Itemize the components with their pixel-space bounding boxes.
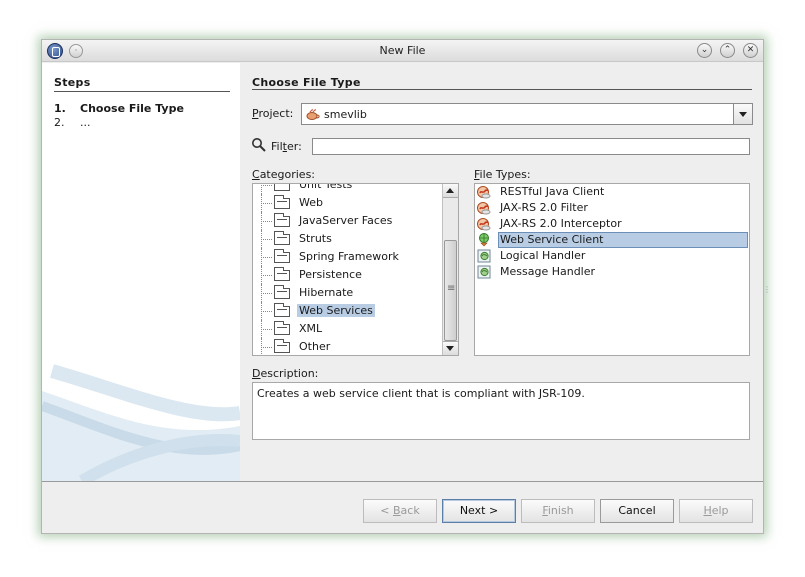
steps-pane: Steps 1. Choose File Type 2.... — [42, 63, 240, 481]
tree-item-xml[interactable]: XML — [253, 320, 443, 338]
chevron-down-icon[interactable] — [733, 104, 752, 124]
file-type-jax-rs-interceptor[interactable]: JAX-RS 2.0 Interceptor — [475, 216, 749, 232]
tree-item-web-services[interactable]: Web Services — [253, 302, 443, 320]
project-icon — [306, 108, 320, 120]
tree-item-spring-framework[interactable]: Spring Framework — [253, 248, 443, 266]
close-icon[interactable]: ✕ — [743, 43, 758, 58]
folder-icon — [274, 213, 290, 227]
folder-icon — [274, 321, 290, 335]
file-type-logical-handler[interactable]: Logical Handler — [475, 248, 749, 264]
java-cup-icon — [477, 218, 491, 231]
folder-icon — [274, 249, 290, 263]
java-cup-icon — [477, 202, 491, 215]
tree-item-web[interactable]: Web — [253, 194, 443, 212]
step-number: 2. — [54, 116, 65, 129]
minimize-icon[interactable]: ⌄ — [697, 43, 712, 58]
step-number: 1. — [54, 102, 66, 115]
categories-tree[interactable]: Unit Tests Web JavaServer Faces Struts S… — [252, 183, 459, 356]
filter-input[interactable] — [312, 138, 750, 155]
scroll-thumb[interactable] — [444, 240, 457, 341]
project-value: smevlib — [324, 108, 367, 121]
project-combo[interactable]: smevlib — [301, 103, 753, 125]
steps-title: Steps — [54, 76, 91, 89]
title-bar[interactable]: · New File ⌄ ⌃ ✕ — [42, 40, 763, 62]
tree-item-other[interactable]: Other — [253, 338, 443, 355]
step-1: 1. Choose File Type — [54, 102, 184, 115]
filter-label: Filter: — [271, 140, 302, 153]
description-text: Creates a web service client that is com… — [257, 387, 585, 400]
file-type-web-service-client[interactable]: Web Service Client — [475, 232, 749, 248]
folder-icon — [274, 267, 290, 281]
project-label: Project: — [252, 107, 294, 120]
tree-item-javaserver-faces[interactable]: JavaServer Faces — [253, 212, 443, 230]
file-type-message-handler[interactable]: Message Handler — [475, 264, 749, 280]
file-types-label: File Types: — [474, 168, 531, 181]
file-type-restful-java-client[interactable]: RESTful Java Client — [475, 184, 749, 200]
java-cup-icon — [477, 186, 491, 199]
file-type-jax-rs-filter[interactable]: JAX-RS 2.0 Filter — [475, 200, 749, 216]
handler-icon — [477, 249, 491, 263]
panel-title: Choose File Type — [252, 76, 361, 89]
description-box: Creates a web service client that is com… — [252, 382, 750, 440]
folder-icon — [274, 231, 290, 245]
folder-icon — [274, 195, 290, 209]
description-label: Description: — [252, 367, 319, 380]
folder-icon — [274, 285, 290, 299]
finish-button[interactable]: Finish — [521, 499, 595, 523]
web-service-client-icon — [479, 233, 489, 247]
scroll-up-icon[interactable] — [443, 184, 458, 198]
tree-item-struts[interactable]: Struts — [253, 230, 443, 248]
tree-item-unit-tests[interactable]: Unit Tests — [253, 184, 443, 194]
folder-icon — [274, 339, 290, 353]
handler-icon — [477, 265, 491, 279]
new-file-dialog: · New File ⌄ ⌃ ✕ Steps 1. Choose File Typ… — [41, 39, 771, 534]
categories-label: Categories: — [252, 168, 316, 181]
folder-icon — [274, 303, 290, 317]
step-label: Choose File Type — [80, 102, 184, 115]
help-button[interactable]: Help — [679, 499, 753, 523]
back-button[interactable]: < Back — [363, 499, 437, 523]
window-title: New File — [379, 44, 426, 57]
folder-icon — [274, 184, 290, 191]
step-2: 2.... — [54, 116, 91, 129]
scroll-down-icon[interactable] — [443, 341, 458, 355]
next-button[interactable]: Next > — [442, 499, 516, 523]
decorative-swoosh — [42, 364, 240, 481]
button-bar-divider — [42, 481, 763, 482]
tree-item-persistence[interactable]: Persistence — [253, 266, 443, 284]
categories-scrollbar[interactable] — [442, 184, 458, 355]
step-label: ... — [80, 116, 91, 129]
file-types-list[interactable]: RESTful Java Client JAX-RS 2.0 Filter JA… — [474, 183, 750, 356]
maximize-icon[interactable]: ⌃ — [720, 43, 735, 58]
cancel-button[interactable]: Cancel — [600, 499, 674, 523]
resize-grip-icon[interactable]: ⋮ — [763, 285, 771, 294]
steps-divider — [54, 91, 230, 92]
panel-divider — [252, 89, 752, 90]
search-icon — [252, 138, 266, 152]
tree-item-hibernate[interactable]: Hibernate — [253, 284, 443, 302]
